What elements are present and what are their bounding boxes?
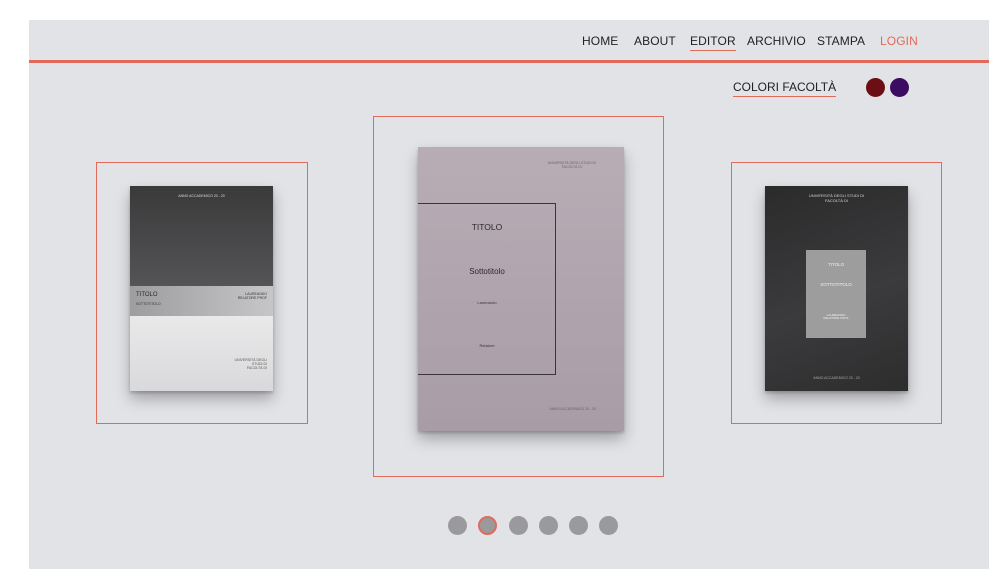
carousel-dot-1[interactable]: [448, 516, 467, 535]
cover-left-title-band: [130, 286, 273, 316]
carousel-dot-6[interactable]: [599, 516, 618, 535]
color-swatch-purple[interactable]: [890, 78, 909, 97]
slide-right-frame[interactable]: UNIVERSITÀ DEGLI STUDI DI FACOLTÀ DI TIT…: [731, 162, 942, 424]
thesis-cover-right: UNIVERSITÀ DEGLI STUDI DI FACOLTÀ DI TIT…: [765, 186, 908, 391]
nav-stampa[interactable]: STAMPA: [817, 34, 865, 48]
cover-left-subtitle: SOTTOTITOLO: [136, 302, 161, 306]
carousel-dot-3[interactable]: [509, 516, 528, 535]
nav-home[interactable]: HOME: [582, 34, 618, 48]
cover-right-university: UNIVERSITÀ DEGLI STUDI DI FACOLTÀ DI: [808, 193, 865, 203]
nav-archivio[interactable]: ARCHIVIO: [747, 34, 806, 48]
slide-center-frame[interactable]: UNIVERSITÀ DEGLI STUDI DI FACOLTÀ DI TIT…: [373, 116, 664, 477]
cover-center-title: TITOLO: [471, 222, 503, 232]
carousel-dot-2[interactable]: [478, 516, 497, 535]
cover-center-candidate: Laureando: [477, 300, 497, 305]
slide-left-frame[interactable]: ANNO ACCADEMICO 20 - 20 TITOLO SOTTOTITO…: [96, 162, 308, 424]
cover-center-year: ANNO ACCADEMICO 20 - 20: [549, 407, 596, 411]
color-swatch-dark-red[interactable]: [866, 78, 885, 97]
cover-right-people: LAUREANDO RELATORE PROF: [823, 313, 849, 321]
app-window: HOME ABOUT EDITOR ARCHIVIO STAMPA LOGIN …: [29, 20, 989, 569]
top-nav-bar: HOME ABOUT EDITOR ARCHIVIO STAMPA LOGIN: [29, 20, 989, 60]
cover-left-people: LAUREANDO RELATORE PROF: [237, 292, 267, 301]
carousel-dot-5[interactable]: [569, 516, 588, 535]
cover-center-subtitle: Sottotitolo: [469, 267, 505, 276]
carousel-dot-4[interactable]: [539, 516, 558, 535]
cover-center-university: UNIVERSITÀ DEGLI STUDI DI FACOLTÀ DI: [547, 161, 596, 170]
thesis-cover-left: ANNO ACCADEMICO 20 - 20 TITOLO SOTTOTITO…: [130, 186, 273, 391]
cover-right-subtitle: SOTTOTITOLO: [820, 282, 852, 287]
nav-login[interactable]: LOGIN: [880, 34, 918, 48]
cover-left-dark-band: [130, 186, 273, 286]
header-accent-line: [29, 60, 989, 63]
faculty-colors-label: COLORI FACOLTÀ: [733, 80, 837, 97]
cover-center-supervisor: Relatore: [479, 343, 495, 348]
cover-right-label-box: TITOLO SOTTOTITOLO LAUREANDO RELATORE PR…: [806, 250, 866, 338]
thesis-cover-center: UNIVERSITÀ DEGLI STUDI DI FACOLTÀ DI TIT…: [418, 147, 624, 431]
cover-left-year: ANNO ACCADEMICO 20 - 20: [178, 194, 225, 198]
cover-right-title: TITOLO: [827, 262, 845, 267]
cover-right-year: ANNO ACCADEMICO 20 - 20: [813, 376, 860, 380]
cover-left-light-band: [130, 316, 273, 391]
nav-editor[interactable]: EDITOR: [690, 34, 736, 51]
nav-about[interactable]: ABOUT: [634, 34, 676, 48]
cover-left-university: UNIVERSITÀ DEGLI STUDI DI FACOLTÀ DI: [234, 358, 267, 371]
cover-left-title: TITOLO: [136, 292, 158, 298]
